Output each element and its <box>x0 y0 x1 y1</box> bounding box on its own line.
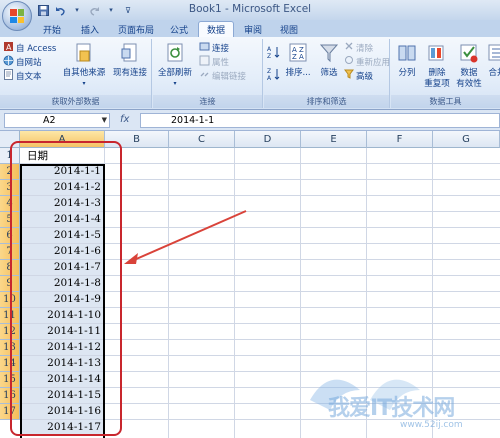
ribbon: A 自 Access 自网站 自文本 自其他来源 ▾ 现有连接 获取外部数据 全… <box>0 37 500 110</box>
remove-duplicates-button[interactable]: 删除 重复项 <box>422 42 452 89</box>
sort-za-icon: ZA <box>267 67 281 84</box>
advanced-filter-icon <box>344 69 354 82</box>
insert-function-icon[interactable]: fx <box>120 114 129 125</box>
ribbon-tabs: 开始 插入 页面布局 公式 数据 审阅 视图 <box>0 20 500 37</box>
existing-connections-button[interactable]: 现有连接 <box>110 42 150 78</box>
properties-button[interactable]: 属性 <box>199 55 229 69</box>
watermark-text: 我爱IT技术网 <box>328 396 455 421</box>
svg-text:Z: Z <box>267 53 271 59</box>
split-columns-icon <box>397 42 417 67</box>
tab-page-layout[interactable]: 页面布局 <box>110 21 162 37</box>
refresh-icon <box>165 42 185 67</box>
clear-filter-button[interactable]: 清除 <box>344 41 373 54</box>
tab-data[interactable]: 数据 <box>198 21 234 37</box>
from-text-button[interactable]: 自文本 <box>3 69 42 83</box>
clear-icon <box>344 41 354 54</box>
watermark: 我爱IT技术网 www.52ij.com <box>300 360 500 438</box>
formula-bar: A2 ▼ fx 2014-1-1 <box>0 110 500 131</box>
title-bar: ▾ ▾ ⊽ Book1 - Microsoft Excel <box>0 0 500 20</box>
formula-input[interactable]: 2014-1-1 <box>140 113 500 128</box>
group-label-external-data: 获取外部数据 <box>0 95 151 108</box>
from-access-button[interactable]: A 自 Access <box>3 41 56 55</box>
text-to-columns-button[interactable]: 分列 <box>394 42 420 78</box>
svg-text:A: A <box>267 46 272 53</box>
office-button[interactable] <box>2 1 32 31</box>
validation-icon <box>459 42 479 67</box>
reapply-button[interactable]: 重新应用 <box>344 55 390 68</box>
funnel-icon <box>319 42 339 67</box>
sort-dialog-icon: A ZZ A <box>288 42 308 67</box>
properties-icon <box>199 55 210 69</box>
chevron-down-icon: ▾ <box>82 80 86 87</box>
filter-button[interactable]: 筛选 <box>316 42 342 78</box>
chevron-down-icon[interactable]: ▼ <box>102 114 107 127</box>
svg-text:Z: Z <box>267 68 271 75</box>
group-external-data: A 自 Access 自网站 自文本 自其他来源 ▾ 现有连接 获取外部数据 <box>0 39 152 108</box>
refresh-all-button[interactable]: 全部刷新 ▾ <box>156 42 194 89</box>
name-box[interactable]: A2 ▼ <box>4 113 110 128</box>
advanced-filter-button[interactable]: 高级 <box>344 69 373 82</box>
access-icon: A <box>3 41 14 55</box>
svg-text:A: A <box>6 43 12 52</box>
tab-formulas[interactable]: 公式 <box>164 21 194 37</box>
tab-insert[interactable]: 插入 <box>74 21 106 37</box>
group-sort-filter: AZ ZA A ZZ A 排序... 筛选 清除 重新应用 高级 排序和筛选 <box>264 39 390 108</box>
svg-text:A: A <box>267 75 272 81</box>
connections-button[interactable]: 连接 <box>199 41 229 55</box>
office-logo-icon <box>10 9 24 23</box>
chain-link-icon <box>199 69 210 83</box>
existing-connections-icon <box>120 42 140 67</box>
remove-duplicates-icon <box>427 42 447 67</box>
database-icon <box>74 42 94 67</box>
group-data-tools: 分列 删除 重复项 数据 有效性 合并 数据工具 <box>391 39 500 108</box>
sort-descending-button[interactable]: ZA <box>267 67 281 84</box>
sort-ascending-button[interactable]: AZ <box>267 45 281 62</box>
reapply-icon <box>344 55 354 68</box>
group-label-data-tools: 数据工具 <box>391 95 500 108</box>
chevron-down-icon: ▾ <box>173 80 177 87</box>
data-validation-button[interactable]: 数据 有效性 <box>454 42 484 89</box>
edit-links-button[interactable]: 编辑链接 <box>199 69 246 83</box>
tab-view[interactable]: 视图 <box>274 21 304 37</box>
window-title: Book1 - Microsoft Excel <box>188 3 312 15</box>
text-file-icon <box>3 69 14 83</box>
consolidate-button[interactable]: 合并 <box>486 42 500 78</box>
other-sources-button[interactable]: 自其他来源 ▾ <box>62 42 106 89</box>
link-icon <box>199 41 210 55</box>
watermark-url: www.52ij.com <box>400 420 463 430</box>
svg-text:Z A: Z A <box>292 53 304 61</box>
group-connections: 全部刷新 ▾ 连接 属性 编辑链接 连接 <box>153 39 263 108</box>
group-label-sort-filter: 排序和筛选 <box>264 95 389 108</box>
globe-icon <box>3 55 14 69</box>
tab-review[interactable]: 审阅 <box>238 21 268 37</box>
from-web-button[interactable]: 自网站 <box>3 55 42 69</box>
tab-home[interactable]: 开始 <box>36 21 68 37</box>
group-label-connections: 连接 <box>153 95 262 108</box>
sort-button[interactable]: A ZZ A 排序... <box>282 42 314 78</box>
sort-az-icon: AZ <box>267 45 281 62</box>
consolidate-icon <box>487 42 500 67</box>
